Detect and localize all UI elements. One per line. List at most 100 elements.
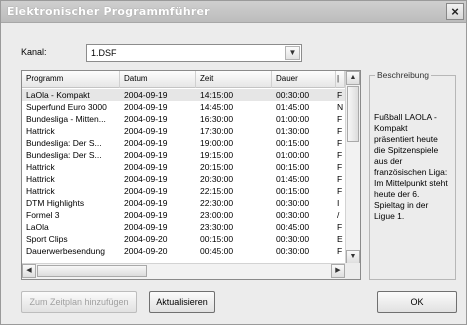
column-header-datum[interactable]: Datum <box>120 71 196 88</box>
cell-datum: 2004-09-19 <box>124 222 168 232</box>
cell-programm: Bundesliga: Der S... <box>26 150 102 160</box>
cell-zeit: 20:15:00 <box>200 162 234 172</box>
cell-programm: Bundesliga: Der S... <box>26 138 102 148</box>
table-row[interactable]: Bundesliga: Der S... 2004-09-19 19:15:00 01… <box>22 149 345 161</box>
cell-extra: F <box>337 162 343 172</box>
cell-datum: 2004-09-19 <box>124 210 168 220</box>
description-text: Fußball LAOLA - Kompakt präsentiert heut… <box>374 112 448 221</box>
cell-extra: F <box>337 90 343 100</box>
cell-extra: F <box>337 150 343 160</box>
cell-datum: 2004-09-19 <box>124 138 168 148</box>
cell-programm: Bundesliga - Mitten... <box>26 114 106 124</box>
kanal-select[interactable]: 1.DSF ▼ <box>86 44 302 62</box>
column-header-zeit[interactable]: Zeit <box>196 71 272 88</box>
table-row[interactable]: Bundesliga: Der S... 2004-09-19 19:00:00 00… <box>22 137 345 149</box>
cell-programm: LaOla - Kompakt <box>26 90 90 100</box>
cell-dauer: 00:30:00 <box>276 234 310 244</box>
cell-datum: 2004-09-20 <box>124 246 168 256</box>
cell-zeit: 23:00:00 <box>200 210 234 220</box>
cell-datum: 2004-09-20 <box>124 234 168 244</box>
cell-programm: DTM Highlights <box>26 198 85 208</box>
add-to-schedule-button[interactable]: Zum Zeitplan hinzufügen <box>21 291 137 313</box>
horizontal-scroll-thumb[interactable] <box>37 265 147 277</box>
chevron-down-icon[interactable]: ▼ <box>285 46 300 60</box>
cell-extra: F <box>337 186 343 196</box>
close-button[interactable]: × <box>446 3 464 20</box>
epg-dialog: Elektronischer Programmführer × Kanal: 1… <box>0 0 467 325</box>
cell-dauer: 00:45:00 <box>276 222 310 232</box>
cell-programm: Sport Clips <box>26 234 68 244</box>
scroll-right-icon[interactable]: ▶ <box>331 264 345 278</box>
cell-programm: LaOla <box>26 222 49 232</box>
cell-programm: Hattrick <box>26 186 55 196</box>
cell-programm: Dauerwerbesendung <box>26 246 105 256</box>
scroll-up-icon[interactable]: ▲ <box>346 71 360 85</box>
cell-zeit: 17:30:00 <box>200 126 234 136</box>
table-row[interactable]: Superfund Euro 3000 2004-09-19 14:45:00 01:… <box>22 101 345 113</box>
cell-extra: F <box>337 222 343 232</box>
cell-extra: N <box>337 102 344 112</box>
table-row[interactable]: LaOla - Kompakt 2004-09-19 14:15:00 00:30:0… <box>22 89 345 101</box>
table-row[interactable]: Dauerwerbesendung 2004-09-20 00:45:00 00:30… <box>22 245 345 257</box>
horizontal-scrollbar[interactable]: ◀ ▶ <box>22 263 345 279</box>
cell-datum: 2004-09-19 <box>124 102 168 112</box>
cell-dauer: 01:00:00 <box>276 150 310 160</box>
kanal-label: Kanal: <box>21 47 47 57</box>
table-row[interactable]: Formel 3 2004-09-19 23:00:00 00:30:00 / <box>22 209 345 221</box>
scroll-corner <box>345 263 360 279</box>
cell-programm: Hattrick <box>26 174 55 184</box>
cell-extra: E <box>337 234 343 244</box>
cell-dauer: 01:45:00 <box>276 102 310 112</box>
column-header-dauer[interactable]: Dauer <box>272 71 336 88</box>
description-legend: Beschreibung <box>375 70 431 80</box>
refresh-button[interactable]: Aktualisieren <box>149 291 215 313</box>
cell-datum: 2004-09-19 <box>124 174 168 184</box>
cell-zeit: 14:15:00 <box>200 90 234 100</box>
cell-extra: F <box>337 138 343 148</box>
table-row[interactable]: Sport Clips 2004-09-20 00:15:00 00:30:00 E <box>22 233 345 245</box>
cell-programm: Formel 3 <box>26 210 60 220</box>
program-list[interactable]: Programm Datum Zeit Dauer | LaOla - Komp… <box>21 70 361 280</box>
table-row[interactable]: LaOla 2004-09-19 23:30:00 00:45:00 F <box>22 221 345 233</box>
vertical-scroll-thumb[interactable] <box>347 86 359 142</box>
scroll-left-icon[interactable]: ◀ <box>22 264 36 278</box>
cell-dauer: 00:30:00 <box>276 246 310 256</box>
table-row[interactable]: Hattrick 2004-09-19 20:30:00 01:45:00 F <box>22 173 345 185</box>
cell-datum: 2004-09-19 <box>124 126 168 136</box>
cell-zeit: 19:15:00 <box>200 150 234 160</box>
window-title: Elektronischer Programmführer <box>7 5 210 18</box>
list-rows: LaOla - Kompakt 2004-09-19 14:15:00 00:30:0… <box>22 89 345 263</box>
cell-zeit: 22:15:00 <box>200 186 234 196</box>
cell-datum: 2004-09-19 <box>124 114 168 124</box>
close-icon: × <box>451 4 459 19</box>
table-row[interactable]: Bundesliga - Mitten... 2004-09-19 16:30:00… <box>22 113 345 125</box>
column-header-extra[interactable]: | <box>336 71 345 88</box>
cell-zeit: 00:45:00 <box>200 246 234 256</box>
column-header-programm[interactable]: Programm <box>22 71 120 88</box>
cell-programm: Hattrick <box>26 126 55 136</box>
cell-zeit: 19:00:00 <box>200 138 234 148</box>
cell-dauer: 00:30:00 <box>276 198 310 208</box>
table-row[interactable]: DTM Highlights 2004-09-19 22:30:00 00:30:00… <box>22 197 345 209</box>
cell-dauer: 00:15:00 <box>276 162 310 172</box>
cell-zeit: 22:30:00 <box>200 198 234 208</box>
cell-dauer: 00:30:00 <box>276 90 310 100</box>
ok-button[interactable]: OK <box>377 291 457 313</box>
scroll-down-icon[interactable]: ▼ <box>346 250 360 264</box>
cell-programm: Hattrick <box>26 162 55 172</box>
vertical-scrollbar[interactable]: ▲ ▼ <box>345 71 360 264</box>
table-row[interactable]: Hattrick 2004-09-19 17:30:00 01:30:00 F <box>22 125 345 137</box>
cell-datum: 2004-09-19 <box>124 162 168 172</box>
cell-extra: F <box>337 174 343 184</box>
cell-extra: / <box>337 210 340 220</box>
description-group: Beschreibung Fußball LAOLA - Kompakt prä… <box>369 70 456 280</box>
cell-datum: 2004-09-19 <box>124 198 168 208</box>
table-row[interactable]: Hattrick 2004-09-19 20:15:00 00:15:00 F <box>22 161 345 173</box>
cell-zeit: 23:30:00 <box>200 222 234 232</box>
title-bar[interactable]: Elektronischer Programmführer × <box>1 1 466 23</box>
cell-zeit: 14:45:00 <box>200 102 234 112</box>
cell-dauer: 00:15:00 <box>276 186 310 196</box>
cell-programm: Superfund Euro 3000 <box>26 102 107 112</box>
table-row[interactable]: Hattrick 2004-09-19 22:15:00 00:15:00 F <box>22 185 345 197</box>
cell-datum: 2004-09-19 <box>124 150 168 160</box>
